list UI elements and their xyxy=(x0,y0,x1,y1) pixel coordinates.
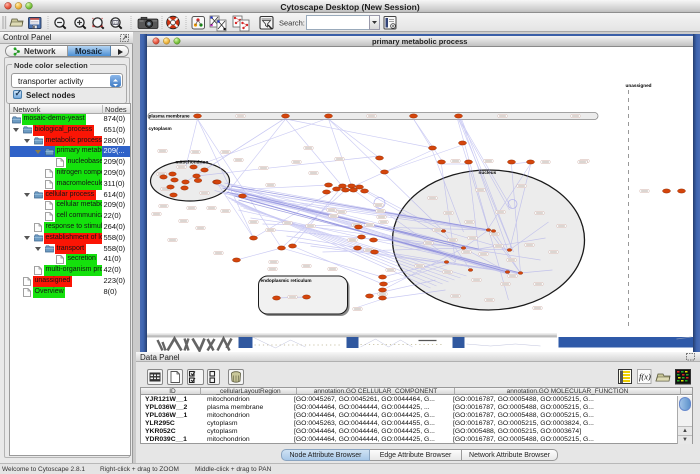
svg-text:endoplasmic reticulum: endoplasmic reticulum xyxy=(260,278,311,283)
svg-text:Search:: Search: xyxy=(279,19,305,28)
svg-text:1:1: 1:1 xyxy=(113,21,118,25)
svg-text:mitochondrion: mitochondrion xyxy=(175,160,208,165)
svg-text:unassigned: unassigned xyxy=(625,83,651,88)
svg-text:cytoplasm: cytoplasm xyxy=(148,126,171,131)
svg-text:plasma membrane: plasma membrane xyxy=(148,114,190,119)
svg-text:nucleus: nucleus xyxy=(478,170,496,175)
svg-text:f(x): f(x) xyxy=(639,372,651,382)
